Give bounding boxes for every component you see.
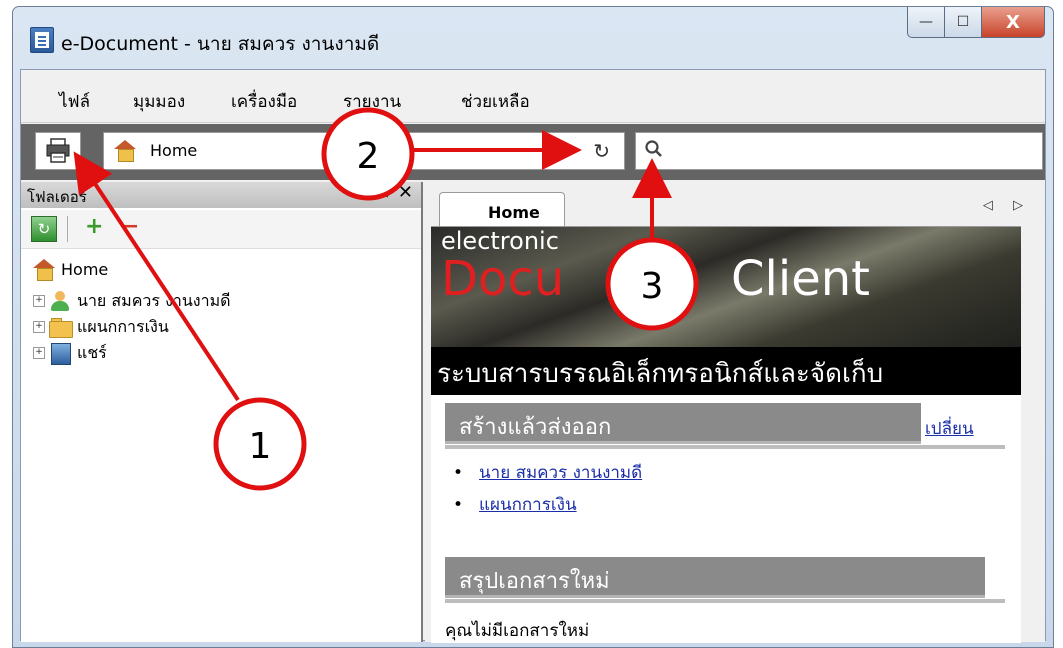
title-bar: e-Document - นาย สมควร งานงามดี — ☐ X	[13, 7, 1053, 69]
mouse-cursor-icon	[1009, 395, 1021, 415]
menu-tools[interactable]: เครื่องมือ	[231, 88, 297, 115]
bullet: •	[453, 495, 464, 515]
tree-item-home[interactable]: Home	[33, 256, 108, 282]
tab-home[interactable]: Home	[439, 192, 565, 227]
section-outbox-header: สร้างแล้วส่งออก	[445, 403, 921, 444]
section-divider	[445, 599, 1005, 603]
tab-scroll-arrows[interactable]: ◁ ▷	[983, 198, 1031, 213]
tree-label: Home	[61, 259, 109, 279]
folders-panel-header: โฟลเดอร์ ▾ ✕	[21, 182, 421, 208]
toolbar-separator	[67, 216, 68, 242]
address-bar[interactable]: Home ↻	[103, 132, 625, 170]
maximize-button[interactable]: ☐	[945, 7, 982, 38]
app-icon	[30, 27, 54, 53]
refresh-tree-button[interactable]: ↻	[31, 216, 57, 242]
folders-toolbar: ↻ + −	[21, 210, 421, 249]
print-button[interactable]	[35, 132, 81, 170]
content-panel: Home ◁ ▷ electronic Docu Client ระบบสารบ…	[425, 182, 1045, 643]
toolbar: Home ↻	[21, 124, 1045, 180]
section-title: สร้างแล้วส่งออก	[459, 415, 612, 440]
change-link[interactable]: เปลี่ยน	[925, 415, 974, 442]
remove-icon[interactable]: −	[121, 214, 139, 239]
section-newdocs-header: สรุปเอกสารใหม่	[445, 557, 985, 598]
close-button[interactable]: X	[982, 7, 1045, 38]
tree-item-user[interactable]: + นาย สมควร งานงามดี	[33, 288, 231, 314]
window-title: e-Document - นาย สมควร งานงามดี	[61, 33, 380, 55]
window-controls: — ☐ X	[907, 7, 1045, 41]
menu-view[interactable]: มุมมอง	[133, 88, 185, 115]
banner-thai-text: ระบบสารบรรณอิเล็กทรอนิกส์และจัดเก็บ	[437, 359, 884, 389]
tree-item-share[interactable]: + แชร์	[33, 340, 107, 366]
panel-controls[interactable]: ▾ ✕	[383, 182, 413, 203]
expand-icon[interactable]: +	[33, 295, 45, 307]
tree-item-finance[interactable]: + แผนกการเงิน	[33, 314, 169, 340]
banner-doc: Docu	[441, 251, 565, 307]
menu-help[interactable]: ช่วยเหลือ	[461, 88, 530, 115]
minimize-button[interactable]: —	[907, 7, 945, 38]
folders-panel: โฟลเดอร์ ▾ ✕ ↻ + − Home + นาย สมควร งานง…	[21, 182, 423, 642]
banner-strip: ระบบสารบรรณอิเล็กทรอนิกส์และจัดเก็บ	[431, 347, 1021, 395]
home-icon	[114, 140, 136, 162]
folder-icon	[49, 317, 73, 338]
user-icon	[49, 291, 71, 311]
expand-icon[interactable]: +	[33, 347, 45, 359]
section-title: สรุปเอกสารใหม่	[459, 569, 610, 594]
section-divider	[445, 445, 1005, 449]
bullet: •	[453, 463, 464, 483]
printer-icon	[46, 138, 70, 163]
tab-label: Home	[488, 203, 540, 222]
tree-label: แชร์	[77, 342, 107, 362]
menu-reports[interactable]: รายงาน	[343, 88, 401, 115]
expand-icon[interactable]: +	[33, 321, 45, 333]
share-icon	[49, 343, 71, 365]
banner-image: electronic Docu Client	[431, 227, 1021, 353]
address-text: Home	[150, 141, 198, 160]
tree-label: แผนกการเงิน	[77, 316, 169, 336]
refresh-icon[interactable]: ↻	[593, 139, 610, 163]
home-page: electronic Docu Client ระบบสารบรรณอิเล็ก…	[431, 226, 1021, 643]
client-area: ไฟล์ มุมมอง เครื่องมือ รายงาน ช่วยเหลือ …	[20, 69, 1046, 643]
menu-file[interactable]: ไฟล์	[59, 88, 90, 115]
folders-panel-title: โฟลเดอร์	[27, 188, 87, 206]
list-item[interactable]: • นาย สมควร งานงามดี	[453, 459, 642, 486]
empty-message: คุณไม่มีเอกสารใหม่	[445, 621, 590, 641]
add-icon[interactable]: +	[85, 214, 103, 239]
menu-bar: ไฟล์ มุมมอง เครื่องมือ รายงาน ช่วยเหลือ	[21, 70, 1045, 123]
banner-client: Client	[731, 251, 870, 307]
search-icon	[645, 140, 662, 157]
search-box[interactable]	[635, 132, 1043, 170]
list-item[interactable]: • แผนกการเงิน	[453, 491, 577, 518]
home-icon	[33, 259, 55, 281]
tree-label: นาย สมควร งานงามดี	[77, 290, 231, 310]
app-window: e-Document - นาย สมควร งานงามดี — ☐ X ไฟ…	[12, 6, 1054, 648]
